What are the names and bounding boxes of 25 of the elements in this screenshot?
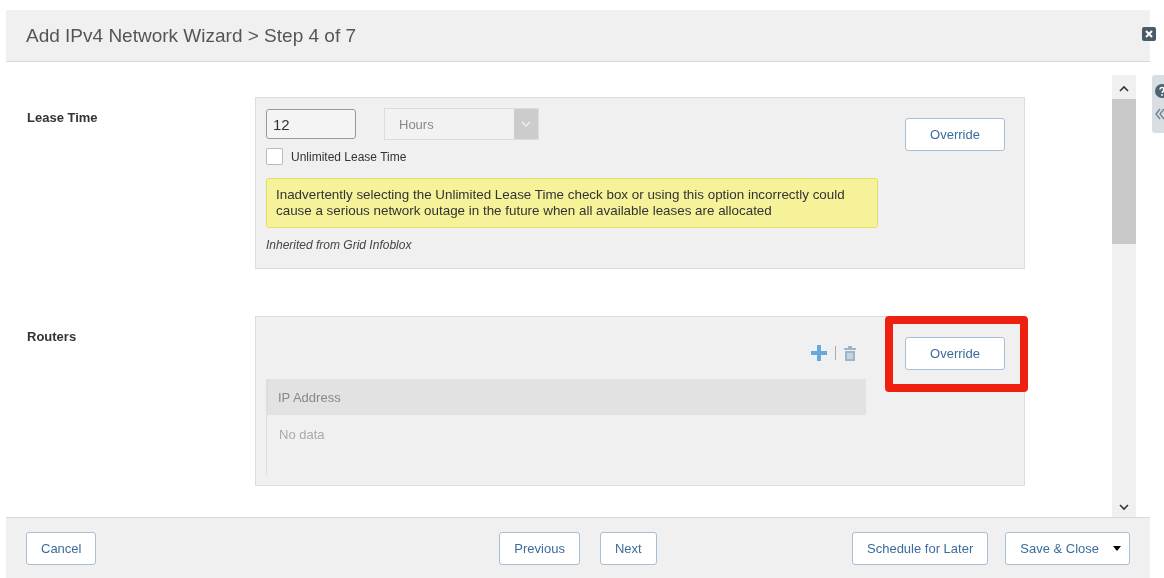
lease-time-field[interactable]: 12 [266,109,356,139]
checkbox-label: Unlimited Lease Time [291,149,407,164]
scroll-down-icon[interactable] [1119,503,1129,511]
close-icon[interactable] [1142,27,1156,41]
window-title: Add IPv4 Network Wizard > Step 4 of 7 [26,24,356,47]
section-label: Routers [27,328,78,346]
warning-message: Inadvertently selecting the Unlimited Lease Time check box or using this option incorrectly could cause a serious network outage in the future when all available leases are allocated [266,178,878,228]
nav-button[interactable]: Previous [499,531,580,565]
checkbox[interactable] [266,148,283,165]
trash-icon[interactable] [844,345,856,361]
nav-button[interactable]: Next [599,531,657,565]
inherited-note: Inherited from Grid Infoblox [266,238,413,252]
scroll-thumb[interactable] [1112,99,1136,244]
section-label: Lease Time [27,109,99,127]
override-button[interactable]: Override [905,118,1005,151]
empty-table-message: No data [266,415,866,475]
save-close-button[interactable]: Save & Close [1005,531,1130,565]
scrollbar[interactable] [1112,75,1136,517]
schedule-button[interactable]: Schedule for Later [852,531,989,565]
scroll-up-icon[interactable] [1119,85,1129,93]
collapse-icon[interactable] [1155,108,1164,120]
cancel-button[interactable]: Cancel [26,531,97,565]
override-button[interactable]: Override [905,337,1005,370]
caret-icon[interactable] [1113,545,1121,551]
add-icon[interactable] [811,345,827,361]
